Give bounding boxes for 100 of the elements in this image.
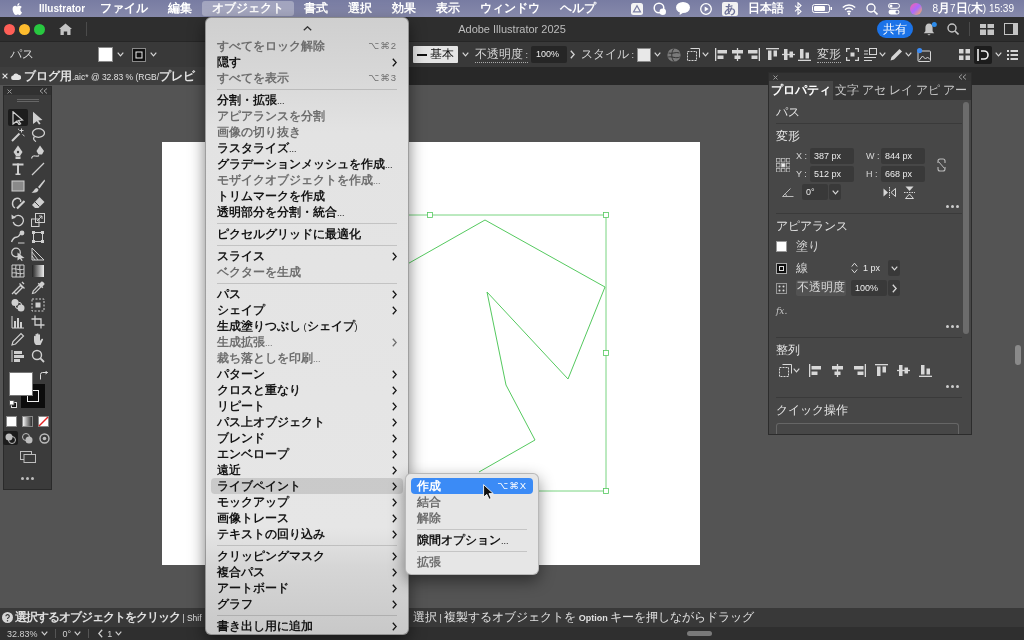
menu-item[interactable]: 透明部分を分割・統合... [211, 204, 403, 220]
draw-mode-button[interactable] [37, 431, 52, 445]
caret-icon[interactable] [117, 52, 124, 57]
frame-lines-icon[interactable] [864, 48, 878, 61]
transform-link[interactable]: 変形 [817, 46, 842, 63]
panel-tab[interactable]: プロパティ [769, 81, 833, 100]
stroke-weight-field[interactable]: 1 px [861, 260, 887, 276]
image-icon[interactable] [917, 47, 932, 62]
close-window-icon[interactable] [4, 23, 15, 35]
align-left-icon[interactable] [809, 363, 822, 377]
default-colors-icon[interactable] [8, 400, 17, 408]
home-icon[interactable] [59, 23, 72, 35]
tool-button[interactable] [7, 109, 28, 126]
opacity-link[interactable]: 不透明度 : [475, 46, 528, 63]
share-button[interactable]: 共有 [877, 20, 913, 38]
play-circle-icon[interactable] [700, 2, 713, 15]
align-top-icon[interactable] [875, 363, 888, 377]
opacity-field[interactable]: 100% [531, 46, 567, 63]
close-panel-icon[interactable] [7, 88, 12, 94]
apple-icon[interactable] [12, 2, 22, 15]
chain-link-icon[interactable] [937, 157, 946, 172]
wifi-icon[interactable] [842, 2, 857, 15]
gradient-mode-icon[interactable] [22, 416, 33, 427]
menu-bar-item[interactable]: ファイル [90, 1, 159, 16]
caret-icon[interactable] [905, 52, 913, 57]
menu-item[interactable]: テキストの回り込み [211, 526, 403, 542]
chevron-up-icon[interactable] [302, 25, 312, 31]
more-icon[interactable] [946, 385, 959, 388]
effects-button[interactable]: fx. [776, 305, 788, 317]
selection-handle[interactable] [603, 350, 609, 356]
align-right-icon[interactable] [853, 363, 866, 377]
circle-badge-icon[interactable] [653, 2, 667, 15]
control-center-icon[interactable] [888, 2, 901, 15]
artboard-align-icon[interactable] [687, 48, 701, 61]
draw-mode-button[interactable] [3, 431, 18, 445]
menu-bar-item[interactable]: ヘルプ [550, 1, 607, 16]
more-icon[interactable] [21, 477, 34, 480]
caret-icon[interactable] [995, 52, 1002, 57]
bell-icon[interactable] [923, 22, 937, 36]
search-icon[interactable] [866, 2, 879, 15]
align-left-icon[interactable] [715, 48, 729, 61]
clock-text[interactable]: 8月7日(木) 15:39 [932, 1, 1014, 16]
rotation-dropdown[interactable]: 0° [58, 627, 86, 640]
spinner-icon[interactable] [851, 262, 858, 274]
number-field[interactable]: 387 px [810, 147, 854, 164]
panel-tab[interactable]: アー [942, 81, 968, 100]
reference-point-icon[interactable] [776, 157, 790, 172]
opacity-field[interactable]: 100% [851, 280, 887, 296]
menu-item[interactable]: スライス [211, 248, 403, 264]
artboard-align-icon[interactable] [779, 363, 792, 377]
selection-handle[interactable] [427, 212, 433, 218]
flip-vertical-icon[interactable] [904, 185, 915, 199]
angle-field[interactable]: 0° [802, 184, 828, 200]
angle-dropdown-button[interactable] [829, 184, 841, 200]
menu-item[interactable]: トリムマークを作成 [211, 188, 403, 204]
triangle-tile-icon[interactable] [631, 2, 644, 15]
swap-arrow-icon[interactable] [38, 371, 48, 380]
document-tab[interactable]: ブログ用.aic* @ 32.83 % (RGB/プレビ [0, 67, 205, 85]
dotted-square-icon[interactable] [776, 282, 787, 294]
menu-bar-item[interactable]: 編集 [158, 1, 203, 16]
menu-item[interactable]: 分割・拡張... [211, 92, 403, 108]
align-middle-icon[interactable] [782, 48, 796, 61]
menu-item[interactable]: パス [211, 286, 403, 302]
close-tab-icon[interactable] [2, 73, 8, 79]
menu-item[interactable]: 遠近 [211, 462, 403, 478]
style-swatch-icon[interactable] [637, 47, 652, 62]
input-mode-badge[interactable]: あ [722, 1, 739, 16]
menu-item[interactable]: リピート [211, 398, 403, 414]
opacity-more-button[interactable] [888, 280, 900, 296]
chevron-right-icon[interactable] [570, 50, 575, 59]
align-center-icon[interactable] [731, 48, 745, 61]
grip-icon[interactable] [16, 99, 39, 102]
minimize-window-icon[interactable] [19, 23, 30, 35]
collapse-icon[interactable] [958, 74, 967, 80]
fill-swatch-icon[interactable] [776, 240, 787, 252]
color-orb-icon[interactable] [910, 2, 923, 15]
menu-item[interactable]: シェイプ [211, 302, 403, 318]
align-top-icon[interactable] [766, 48, 780, 61]
caret-icon[interactable] [879, 52, 887, 57]
align-bottom-icon[interactable] [798, 48, 812, 61]
align-bottom-icon[interactable] [919, 363, 932, 377]
bluetooth-icon[interactable] [794, 2, 803, 15]
selection-handle[interactable] [603, 488, 609, 494]
bracket-frame-icon[interactable] [846, 48, 860, 61]
align-right-icon[interactable] [747, 48, 761, 61]
no-color-icon[interactable] [38, 416, 49, 427]
menu-item[interactable]: パス上オブジェクト [211, 414, 403, 430]
panel-tab[interactable]: アピ [915, 81, 941, 100]
menu-item[interactable]: 隙間オプション... [411, 532, 533, 548]
zoom-dropdown[interactable]: 32.83% [3, 627, 52, 640]
opacity-link[interactable]: 不透明度 [796, 280, 846, 296]
align-middle-icon[interactable] [897, 363, 910, 377]
pencil-icon[interactable] [890, 48, 904, 61]
number-field[interactable]: 668 px [881, 165, 925, 182]
menu-bar-item[interactable]: ウィンドウ [470, 1, 551, 16]
app-menu[interactable]: Illustrator [34, 1, 91, 16]
artboard-dropdown[interactable]: 1 [103, 627, 127, 640]
battery-icon[interactable] [812, 4, 833, 13]
caret-icon[interactable] [654, 52, 662, 57]
more-icon[interactable] [946, 205, 959, 208]
